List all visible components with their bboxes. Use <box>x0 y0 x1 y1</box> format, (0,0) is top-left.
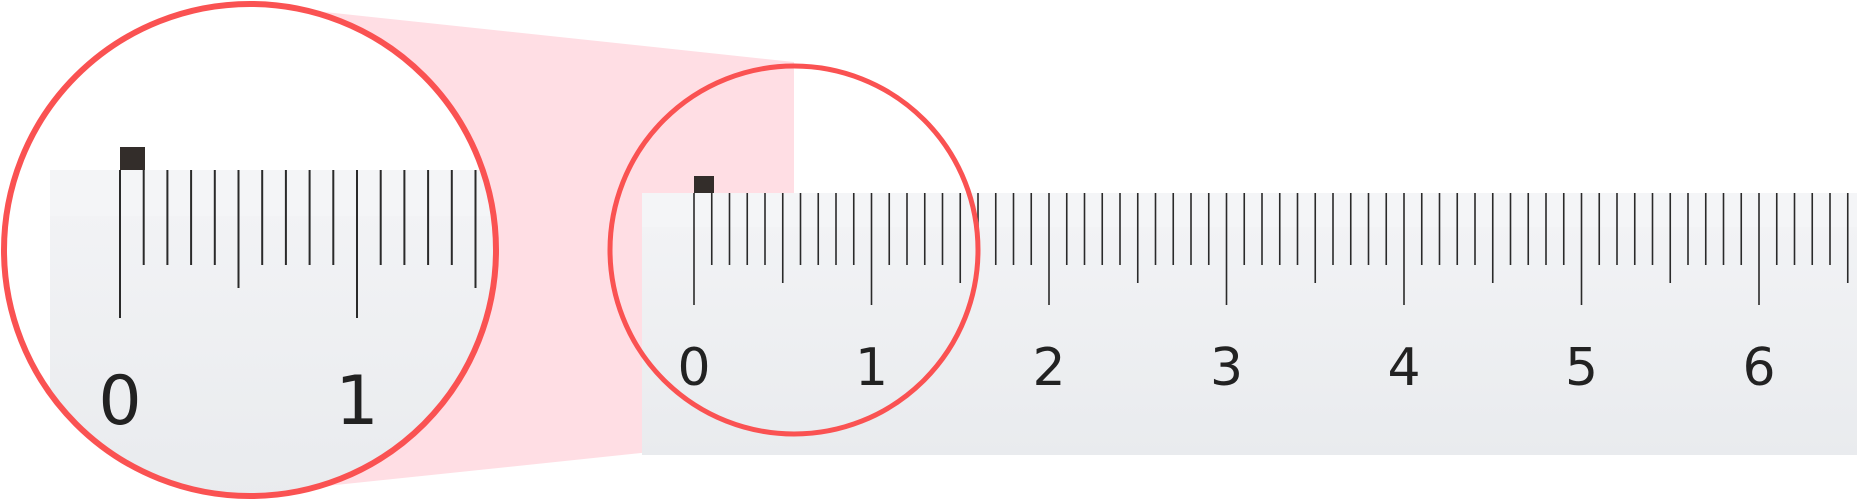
ruler-label-5: 5 <box>1565 338 1598 398</box>
ruler-label-3: 3 <box>1210 338 1243 398</box>
ruler-label-0: 0 <box>677 338 710 398</box>
ruler-label-2: 2 <box>1032 338 1065 398</box>
magnified-label-1: 1 <box>335 362 378 441</box>
ruler-body <box>642 193 1857 455</box>
ruler-label-6: 6 <box>1742 338 1775 398</box>
ruler-top-band <box>642 193 1857 227</box>
main-ruler: 0 1 2 3 4 5 6 <box>642 176 1857 455</box>
magnified-start-marker <box>120 147 145 170</box>
start-marker <box>694 176 714 193</box>
magnified-label-0: 0 <box>98 362 141 441</box>
ruler-label-1: 1 <box>855 338 888 398</box>
ruler-label-4: 4 <box>1387 338 1420 398</box>
ruler-zoom-diagram: 0 1 2 3 4 5 6 0 1 <box>1 1 1857 499</box>
